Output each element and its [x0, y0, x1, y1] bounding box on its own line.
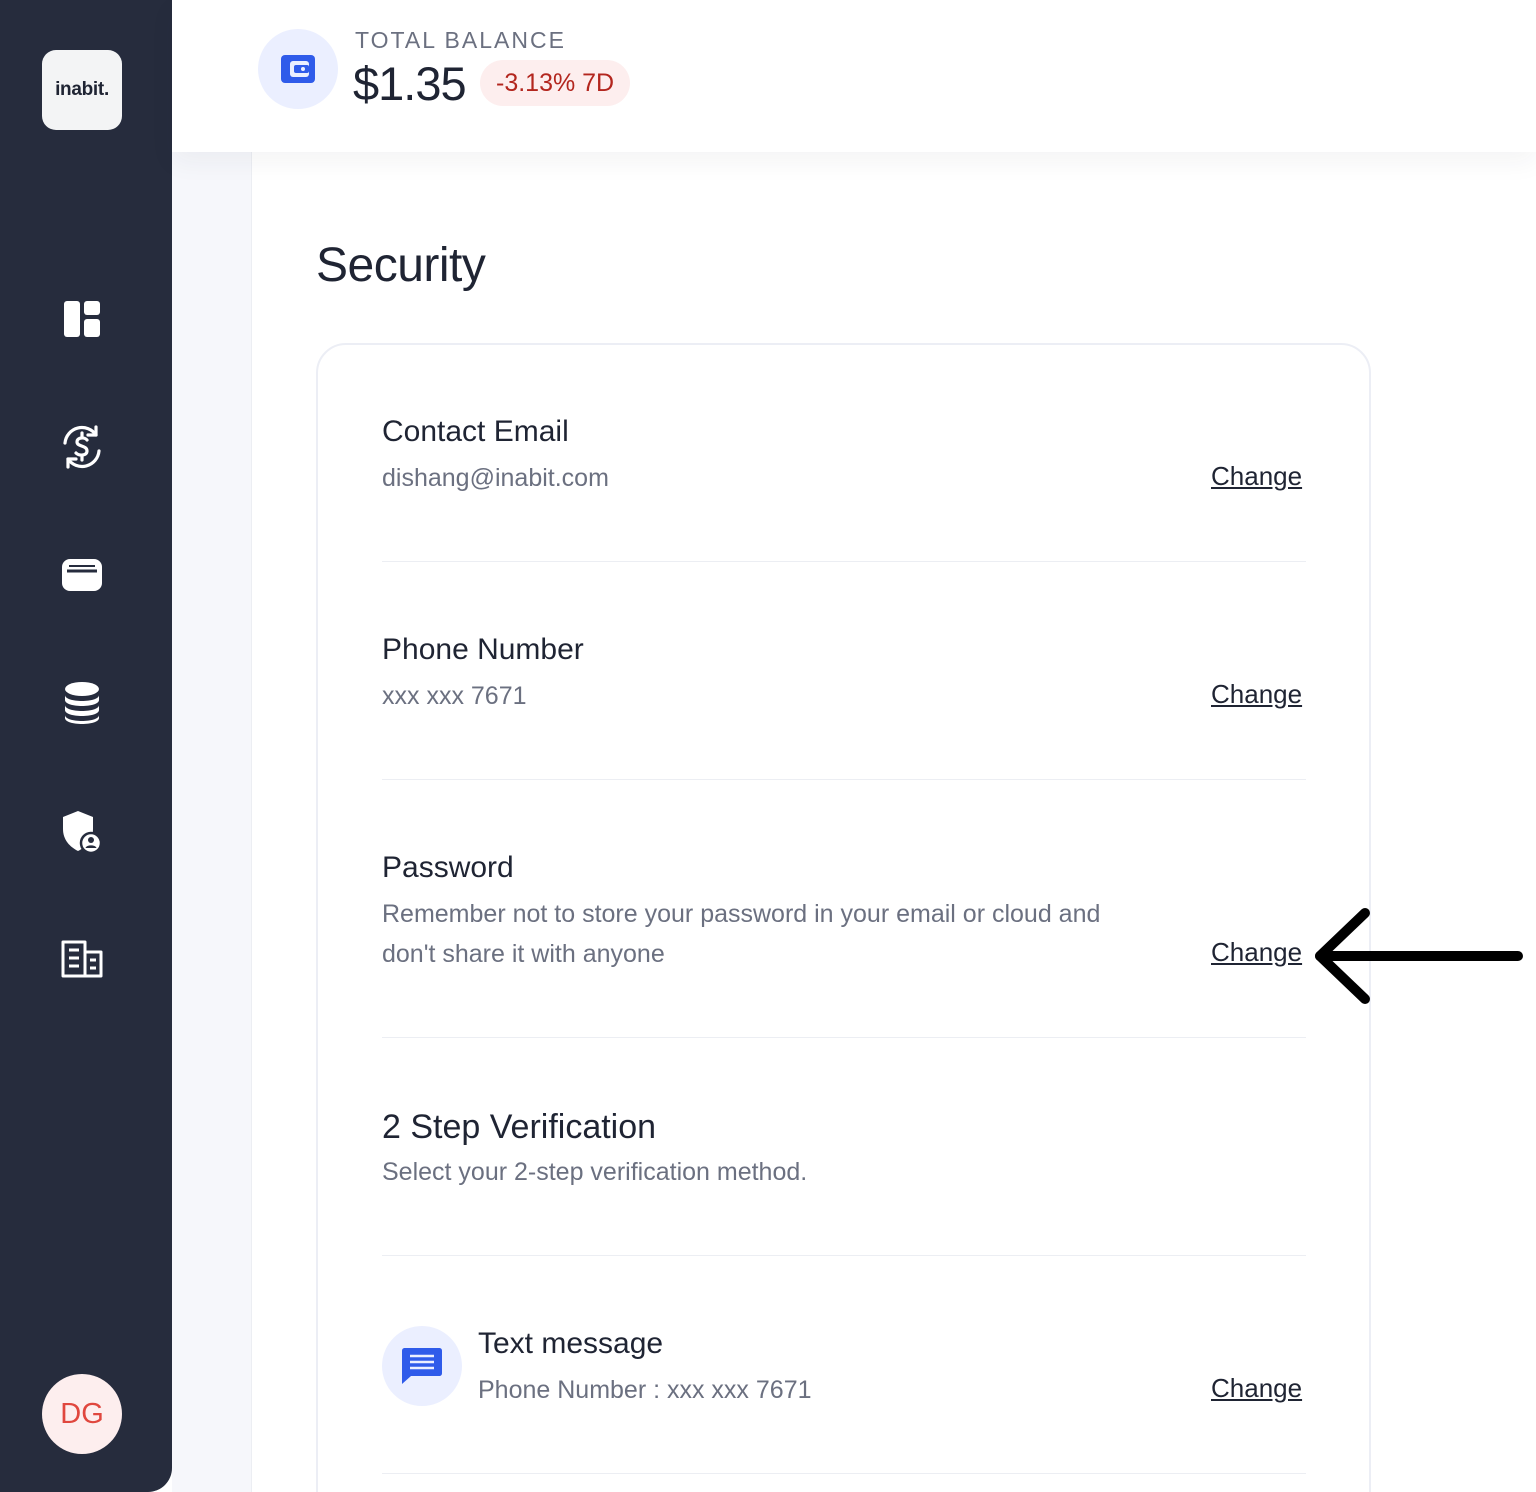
divider: [382, 561, 1306, 562]
page-title: Security: [316, 239, 486, 292]
shield-user-icon[interactable]: [56, 805, 108, 857]
contact-email-value: dishang@inabit.com: [382, 464, 609, 492]
two-step-title: 2 Step Verification: [382, 1108, 657, 1146]
password-description-line2: don't share it with anyone: [382, 940, 665, 968]
two-step-description: Select your 2-step verification method.: [382, 1158, 808, 1186]
sidebar: inabit. DG: [0, 0, 172, 1492]
balance-label: TOTAL BALANCE: [355, 27, 566, 53]
balance-change-badge: -3.13% 7D: [480, 60, 631, 106]
content-left-strip: [172, 152, 252, 1492]
change-password-link[interactable]: Change: [1211, 937, 1302, 968]
dashboard-icon[interactable]: [56, 293, 108, 345]
text-message-value: Phone Number : xxx xxx 7671: [478, 1376, 812, 1404]
contact-email-title: Contact Email: [382, 415, 569, 448]
change-phone-link[interactable]: Change: [1211, 679, 1302, 710]
change-email-link[interactable]: Change: [1211, 461, 1302, 492]
divider: [382, 1037, 1306, 1038]
message-icon: [382, 1326, 462, 1406]
database-stack-icon[interactable]: [56, 677, 108, 729]
wallet-icon[interactable]: [56, 549, 108, 601]
phone-number-value: xxx xxx 7671: [382, 682, 527, 710]
password-description-line1: Remember not to store your password in y…: [382, 900, 1101, 928]
password-title: Password: [382, 851, 514, 884]
phone-number-title: Phone Number: [382, 633, 584, 666]
divider: [382, 779, 1306, 780]
text-message-title: Text message: [478, 1327, 664, 1360]
divider: [382, 1473, 1306, 1474]
change-text-message-link[interactable]: Change: [1211, 1373, 1302, 1404]
divider: [382, 1255, 1306, 1256]
user-avatar[interactable]: DG: [42, 1374, 122, 1454]
building-icon[interactable]: [56, 933, 108, 985]
balance-value: $1.35: [353, 57, 467, 110]
exchange-dollar-icon[interactable]: [56, 421, 108, 473]
app-logo[interactable]: inabit.: [42, 50, 122, 130]
balance-header: TOTAL BALANCE $1.35 -3.13% 7D: [172, 0, 1536, 152]
annotation-arrow-icon: [1310, 905, 1528, 1014]
wallet-icon: [258, 29, 338, 109]
